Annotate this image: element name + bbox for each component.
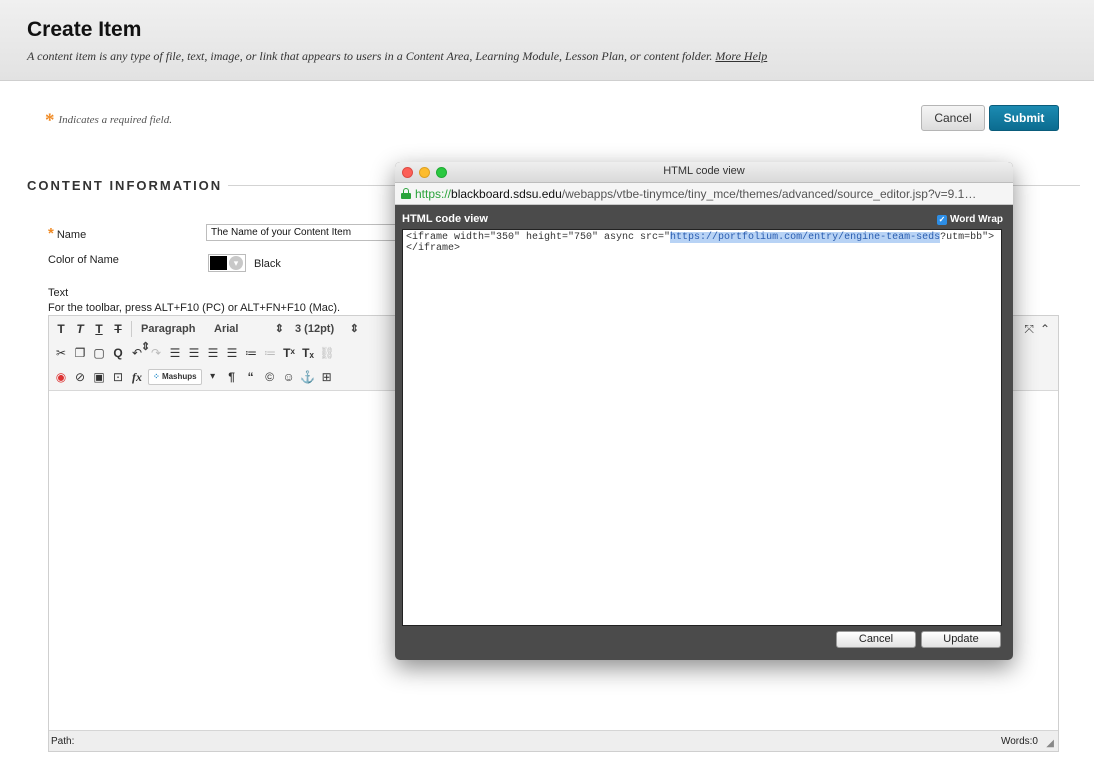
dialog-cancel-button[interactable]: Cancel [836,631,916,648]
bullet-list-icon[interactable]: ≔ [243,344,259,362]
copy-icon[interactable]: ❐ [72,344,88,362]
toolbar-hint: For the toolbar, press ALT+F10 (PC) or A… [48,302,341,314]
text-label: Text [48,287,69,299]
strikethrough-icon[interactable]: T [110,320,126,338]
url-bar: https://blackboard.sdsu.edu/webapps/vtbe… [395,183,1013,205]
required-field-note: * Indicates a required field. [45,110,172,132]
submit-button[interactable]: Submit [989,105,1059,131]
resize-handle-icon[interactable]: ◢ [1046,738,1054,749]
lock-icon [401,188,411,199]
link-icon[interactable]: ⛓ [319,344,335,362]
page-description: A content item is any type of file, text… [27,49,767,64]
size-select-value: 3 (12pt) [295,323,335,335]
section-title: CONTENT INFORMATION [27,178,223,193]
copyright-icon[interactable]: © [262,368,278,386]
page-header: Create Item A content item is any type o… [0,0,1094,81]
italic-icon[interactable]: T [72,320,88,338]
code-selected-text: https://portfolium.com/entry/engine-team… [670,232,941,243]
checkbox-icon[interactable]: ✓ [937,214,948,225]
collapse-icon[interactable]: ⌃ [1040,322,1050,337]
cut-icon[interactable]: ✂ [53,344,69,362]
superscript-icon[interactable]: Tˣ [281,344,297,362]
attach-icon[interactable]: ⊘ [72,368,88,386]
color-swatch [210,256,227,270]
required-note-text: Indicates a required field. [58,114,172,126]
required-star-icon: * [45,110,55,131]
name-input[interactable]: The Name of your Content Item [206,224,396,241]
toolbar-row-1: T T T T Paragraph ⇕ Arial ⇕ 3 (12pt) ⇕ [53,319,363,353]
more-help-link[interactable]: More Help [715,49,767,63]
toolbar-row-3: ◉ ⊘ ▣ ⊡ fx ⁘ Mashups ▾ ¶ “ © ☺ ⚓ ⊞ [53,367,335,387]
name-label: * Name [48,225,86,242]
required-star-icon: * [48,225,54,242]
paste-icon[interactable]: ▢ [91,344,107,362]
image-icon[interactable]: ▣ [91,368,107,386]
dialog-titlebar: HTML code view [395,162,1013,183]
toolbar-right: ⤧ ⌃ [1024,322,1050,337]
url-protocol: https:// [415,187,452,201]
html-source-textarea[interactable]: <iframe width="350" height="750" async s… [402,229,1002,626]
font-select-value: Arial [214,323,239,335]
code-view-heading: HTML code view [402,213,488,225]
dialog-window-title: HTML code view [663,165,745,177]
redo-icon[interactable]: ↷ [148,344,164,362]
formula-icon[interactable]: fx [129,368,145,386]
editor-statusbar: Path: Words:0 ◢ [49,730,1058,751]
color-picker[interactable]: ▾ [208,254,246,272]
align-justify-icon[interactable]: ☰ [224,344,240,362]
media-icon[interactable]: ⊡ [110,368,126,386]
pilcrow-icon[interactable]: ¶ [224,368,240,386]
subscript-icon[interactable]: Tₓ [300,344,316,362]
font-select[interactable]: Arial ⇕ [210,320,288,338]
mashups-icon: ⁘ [153,372,160,381]
quote-icon[interactable]: “ [243,368,259,386]
dialog-update-button[interactable]: Update [921,631,1001,648]
undo-icon[interactable]: ↶ [129,344,145,362]
toolbar-separator [131,321,132,337]
fullscreen-icon[interactable]: ⤧ [1024,322,1034,337]
record-icon[interactable]: ◉ [53,368,69,386]
table-icon[interactable]: ⊞ [319,368,335,386]
word-wrap-toggle[interactable]: ✓ Word Wrap [937,214,1003,225]
format-select[interactable]: Paragraph ⇕ [137,320,207,353]
emoji-icon[interactable]: ☺ [281,368,297,386]
underline-icon[interactable]: T [91,320,107,338]
code-text-before: <iframe width="350" height="750" async s… [406,232,671,243]
format-select-value: Paragraph [141,323,196,335]
word-wrap-label: Word Wrap [950,214,1003,225]
find-icon[interactable]: Q [110,344,126,362]
url-path: /webapps/vtbe-tinymce/tiny_mce/themes/ad… [561,187,977,201]
chevron-down-icon[interactable]: ▾ [205,368,221,386]
color-label: Color of Name [48,254,119,266]
color-value: Black [254,258,281,270]
url-host: blackboard.sdsu.edu [451,187,562,201]
page-description-text: A content item is any type of file, text… [27,49,713,63]
name-label-text: Name [56,229,87,241]
mashups-label: Mashups [161,372,197,381]
anchor-icon[interactable]: ⚓ [300,368,316,386]
align-left-icon[interactable]: ☰ [167,344,183,362]
word-count: Words:0 [1000,736,1038,747]
align-right-icon[interactable]: ☰ [205,344,221,362]
cancel-button[interactable]: Cancel [921,105,985,131]
chevron-down-icon: ▾ [229,256,243,270]
size-select[interactable]: 3 (12pt) ⇕ [291,320,363,338]
align-center-icon[interactable]: ☰ [186,344,202,362]
bold-icon[interactable]: T [53,320,69,338]
mashups-menu[interactable]: ⁘ Mashups [148,369,202,385]
path-label: Path: [51,736,75,747]
html-code-view-dialog: HTML code view https://blackboard.sdsu.e… [395,162,1013,660]
toolbar-row-2: ✂ ❐ ▢ Q ↶ ↷ ☰ ☰ ☰ ☰ ≔ ≔ Tˣ Tₓ ⛓ [53,343,335,363]
number-list-icon[interactable]: ≔ [262,344,278,362]
page-title: Create Item [27,18,142,41]
